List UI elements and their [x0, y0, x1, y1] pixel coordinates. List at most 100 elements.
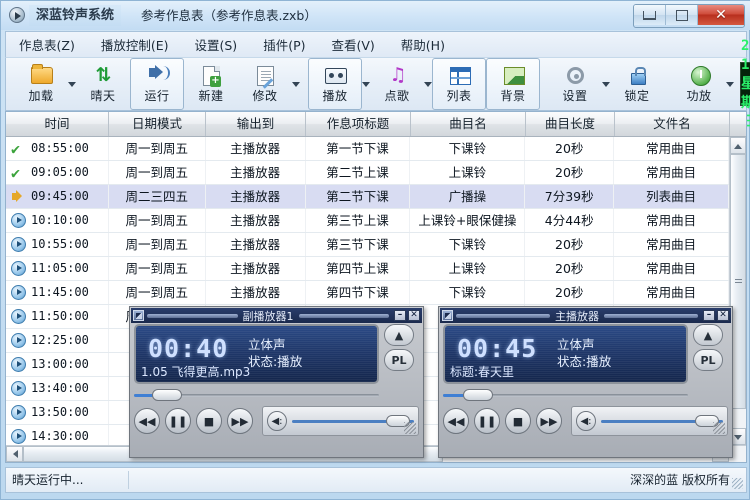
cell-track: 下课铃: [410, 137, 526, 160]
load-button-label: 加载: [28, 89, 54, 103]
alarm-icon: [11, 405, 26, 420]
menu-item-help[interactable]: 帮助(H): [388, 32, 458, 57]
settings-dropdown-arrow-icon[interactable]: [602, 60, 610, 108]
system-menu-icon[interactable]: [133, 310, 144, 321]
window-controls: ✕: [633, 4, 745, 28]
grid-column-header-2[interactable]: 输出到: [206, 112, 306, 136]
sub-player-track-name: 1.05 飞得更高.mp3: [141, 365, 251, 379]
amplifier-button[interactable]: 功放: [672, 58, 726, 110]
play-button[interactable]: 播放: [308, 58, 362, 110]
play-dropdown-arrow-icon[interactable]: [362, 60, 370, 108]
main-player-eject-button[interactable]: ▲: [693, 324, 723, 346]
resize-grip-icon[interactable]: [404, 422, 416, 434]
sub-player-prev-button[interactable]: ◀◀: [134, 408, 160, 434]
background-button[interactable]: 背景: [486, 58, 540, 110]
grid-column-header-1[interactable]: 日期模式: [109, 112, 206, 136]
edit-button[interactable]: 修改: [238, 58, 292, 110]
cell-mode: 周一到周五: [109, 161, 206, 184]
resize-grip-icon[interactable]: [713, 422, 725, 434]
application-window: 深蓝铃声系统 参考作息表（参考作息表.zxb） ✕ 作息表(Z) 播放控制(E)…: [0, 0, 750, 500]
sub-player-minimize-button[interactable]: –: [394, 310, 406, 321]
cell-time: 11:50:00: [6, 305, 109, 328]
run-button[interactable]: 运行: [130, 58, 184, 110]
grid-column-header-0[interactable]: 时间: [6, 112, 109, 136]
sub-player-title: 副播放器1: [242, 309, 294, 323]
row-time-text: 14:30:00: [31, 429, 89, 443]
main-player-mute-button[interactable]: ◀:: [576, 411, 596, 431]
main-player-body: 00:45 立体声 状态:播放 标题:春天里 ▲ PL ◀◀ ❚❚ ■ ▶▶ ◀…: [443, 324, 728, 436]
table-row[interactable]: 10:55:00 周一到周五 主播放器 第三节下课 下课铃 20秒 常用曲目: [6, 233, 729, 257]
scroll-left-button[interactable]: [6, 446, 23, 462]
main-player-pause-button[interactable]: ❚❚: [474, 408, 500, 434]
sub-player-stop-button[interactable]: ■: [196, 408, 222, 434]
sub-player-volume-slider[interactable]: [292, 415, 414, 427]
menu-item-playback[interactable]: 播放控制(E): [88, 32, 182, 57]
table-row[interactable]: 11:45:00 周一到周五 主播放器 第四节下课 下课铃 20秒 常用曲目: [6, 281, 729, 305]
sub-player-close-button[interactable]: ✕: [408, 310, 420, 321]
cell-length: 20秒: [525, 233, 615, 256]
maximize-button[interactable]: [666, 5, 698, 25]
close-button[interactable]: ✕: [698, 5, 744, 25]
amplifier-dropdown-arrow-icon[interactable]: [726, 60, 734, 108]
settings-button-label: 设置: [562, 89, 588, 103]
alarm-icon: [11, 237, 26, 252]
table-row[interactable]: 10:10:00 周一到周五 主播放器 第三节上课 上课铃+眼保健操 4分44秒 常用曲目: [6, 209, 729, 233]
grid-column-header-3[interactable]: 作息项标题: [306, 112, 411, 136]
grid-column-header-5[interactable]: 曲目长度: [526, 112, 615, 136]
scroll-up-button[interactable]: [730, 137, 746, 154]
main-player-side-buttons: ▲ PL: [688, 324, 728, 401]
main-player-playlist-button[interactable]: PL: [693, 349, 723, 371]
alarm-icon: [11, 357, 26, 372]
new-button[interactable]: + 新建: [184, 58, 238, 110]
main-player-volume-slider[interactable]: [601, 415, 723, 427]
sub-player-pause-button[interactable]: ❚❚: [165, 408, 191, 434]
main-player-close-button[interactable]: ✕: [717, 310, 729, 321]
cell-length: 20秒: [525, 281, 615, 304]
sub-player-elapsed-time: 00:40: [148, 334, 229, 363]
menu-item-view[interactable]: 查看(V): [318, 32, 387, 57]
sub-player-window[interactable]: 副播放器1 – ✕ 00:40 立体声 状态:播放 1.05 飞得更高.mp3: [129, 306, 424, 458]
cell-mode: 周一到周五: [109, 209, 206, 232]
grid-column-header-6[interactable]: 文件名: [615, 112, 730, 136]
table-row[interactable]: 09:05:00 周一到周五主播放器第二节上课上课铃20秒常用曲目: [6, 161, 729, 185]
table-row[interactable]: 11:05:00 周一到周五 主播放器 第四节上课 上课铃 20秒 常用曲目: [6, 257, 729, 281]
sub-player-next-button[interactable]: ▶▶: [227, 408, 253, 434]
stop-icon: ■: [203, 414, 215, 428]
list-grid-icon: [447, 64, 471, 86]
sub-player-mute-button[interactable]: ◀:: [267, 411, 287, 431]
load-button[interactable]: 加载: [14, 58, 68, 110]
list-button[interactable]: 列表: [432, 58, 486, 110]
load-dropdown-arrow-icon[interactable]: [68, 60, 76, 108]
cell-mode: 周一到周五: [109, 281, 206, 304]
main-player-prev-button[interactable]: ◀◀: [443, 408, 469, 434]
menu-item-settings[interactable]: 设置(S): [181, 32, 250, 57]
eject-icon: ▲: [703, 328, 713, 342]
edit-dropdown-arrow-icon[interactable]: [292, 60, 300, 108]
request-song-button[interactable]: ♫ 点歌: [370, 58, 424, 110]
weather-button[interactable]: ⇅ 晴天: [76, 58, 130, 110]
window-resize-grip-icon[interactable]: [732, 478, 743, 489]
main-player-window[interactable]: 主播放器 – ✕ 00:45 立体声 状态:播放 标题:春天里 ▲ PL ◀◀ …: [438, 306, 733, 458]
menu-item-schedule[interactable]: 作息表(Z): [6, 32, 88, 57]
main-player-elapsed-time: 00:45: [457, 334, 538, 363]
sub-player-seek-slider[interactable]: [134, 389, 379, 401]
sub-player-playlist-button[interactable]: PL: [384, 349, 414, 371]
lock-button[interactable]: 锁定: [610, 58, 664, 110]
table-row[interactable]: 09:45:00 周二三四五 主播放器 第二节下课 广播操 7分39秒 列表曲目: [6, 185, 729, 209]
main-player-minimize-button[interactable]: –: [703, 310, 715, 321]
system-menu-icon[interactable]: [442, 310, 453, 321]
table-row[interactable]: 08:55:00 周一到周五主播放器第一节下课下课铃20秒常用曲目: [6, 137, 729, 161]
row-time-text: 12:25:00: [31, 333, 89, 347]
sub-player-eject-button[interactable]: ▲: [384, 324, 414, 346]
app-logo-icon: [9, 7, 25, 23]
main-player-next-button[interactable]: ▶▶: [536, 408, 562, 434]
main-player-seek-slider[interactable]: [443, 389, 688, 401]
grid-column-header-4[interactable]: 曲目名: [411, 112, 526, 136]
main-player-stop-button[interactable]: ■: [505, 408, 531, 434]
cell-length: 7分39秒: [525, 185, 615, 208]
row-time-text: 11:50:00: [31, 309, 89, 323]
settings-button[interactable]: 设置: [548, 58, 602, 110]
request-song-dropdown-arrow-icon[interactable]: [424, 60, 432, 108]
minimize-button[interactable]: [634, 5, 666, 25]
menu-item-plugins[interactable]: 插件(P): [250, 32, 318, 57]
